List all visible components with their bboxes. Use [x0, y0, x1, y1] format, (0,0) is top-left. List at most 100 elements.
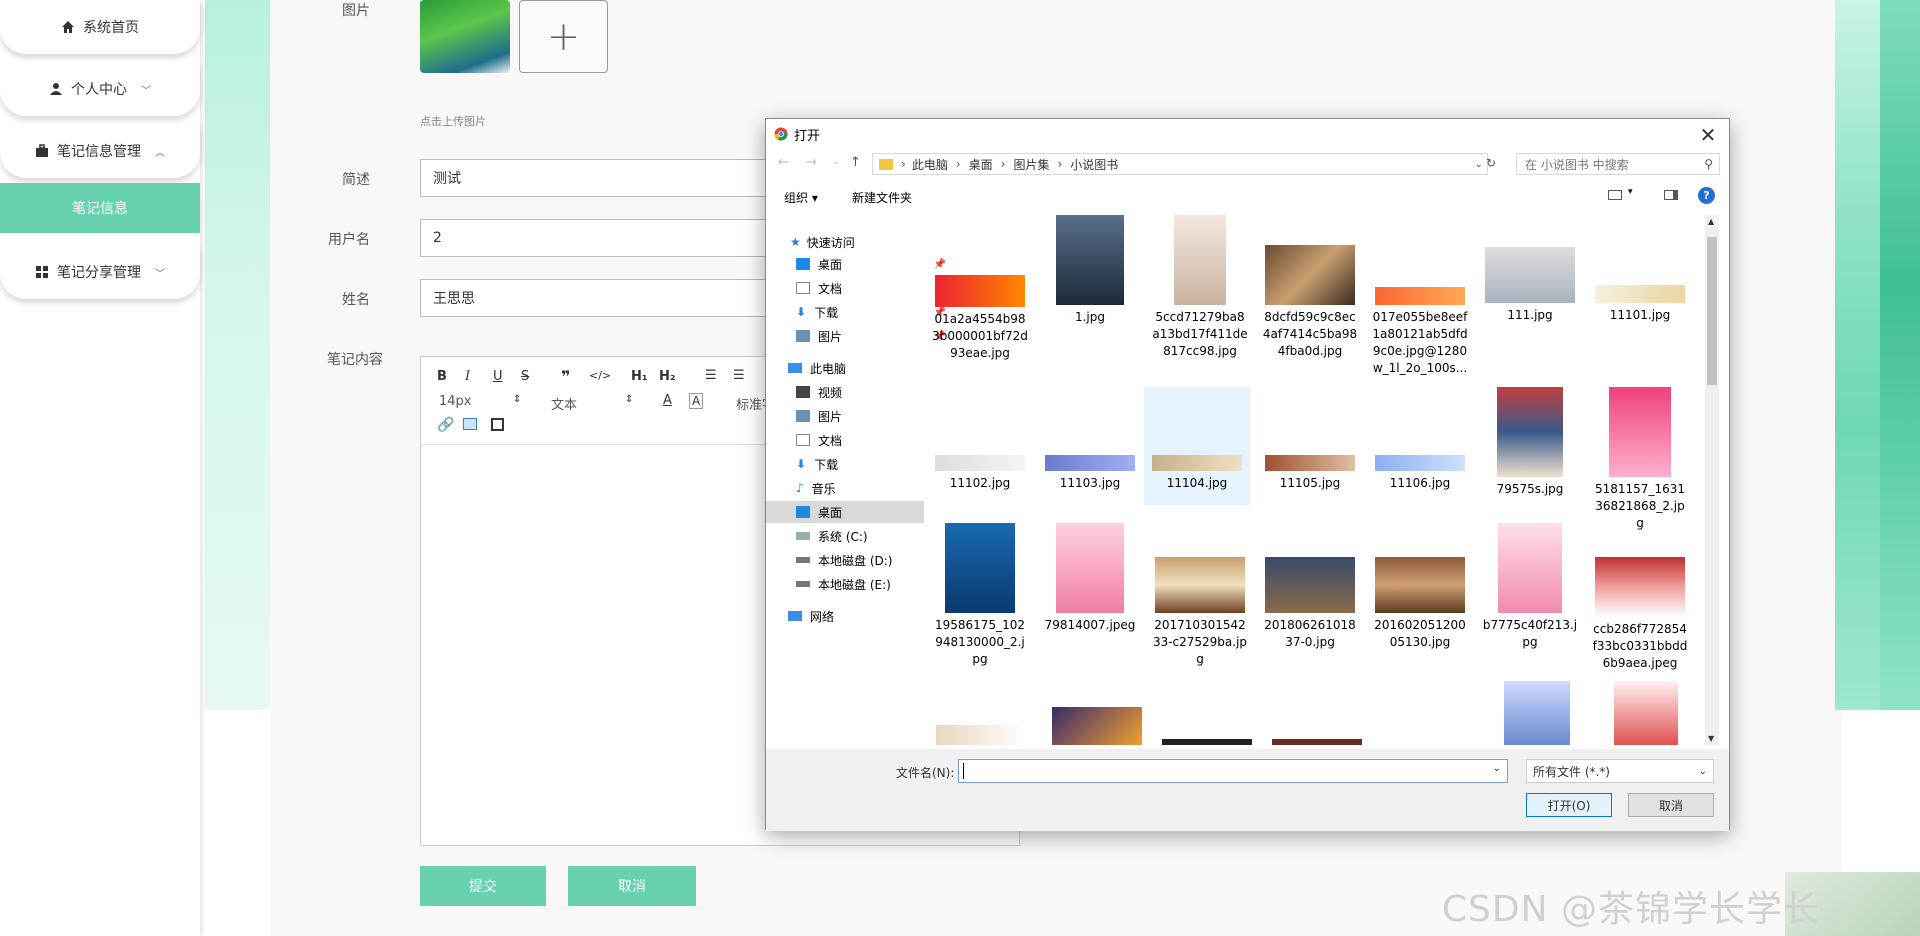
- file-thumbnail[interactable]: [1504, 681, 1570, 745]
- filename-label: 文件名(N):: [896, 766, 955, 780]
- font-size-select[interactable]: 14px: [439, 394, 472, 409]
- bullet-list-icon[interactable]: ☰: [733, 368, 745, 383]
- file-item[interactable]: 79814007.jpeg: [1042, 523, 1138, 634]
- file-item[interactable]: 20180626101837-0.jpg: [1262, 557, 1358, 651]
- ordered-list-icon[interactable]: ☰: [705, 368, 717, 383]
- file-item[interactable]: 8dcfd59c9c8ec4af7414c5ba984fba0d.jpg: [1262, 245, 1358, 360]
- file-thumbnail: [1056, 215, 1124, 305]
- nav-this-pc[interactable]: 此电脑: [788, 357, 946, 379]
- file-item[interactable]: 19586175_102948130000_2.jpg: [932, 523, 1028, 668]
- help-icon[interactable]: ?: [1698, 187, 1715, 204]
- new-folder-button[interactable]: 新建文件夹: [852, 189, 912, 206]
- file-item[interactable]: 11106.jpg: [1372, 455, 1468, 492]
- submit-button[interactable]: 提交: [420, 866, 546, 906]
- pictures-icon: [796, 330, 810, 342]
- scroll-down-icon[interactable]: ▼: [1708, 734, 1714, 743]
- file-item[interactable]: 111.jpg: [1482, 247, 1578, 324]
- file-thumbnail[interactable]: [1272, 739, 1362, 745]
- heading2-icon[interactable]: H₂: [659, 369, 676, 384]
- sidebar-item-note-info[interactable]: 笔记信息: [0, 183, 200, 233]
- cancel-button[interactable]: 取消: [568, 866, 696, 906]
- file-thumbnail[interactable]: [936, 725, 1026, 745]
- font-family-select[interactable]: 标准字: [736, 394, 766, 413]
- breadcrumb-item[interactable]: 此电脑: [912, 156, 948, 173]
- file-item[interactable]: 5ccd71279ba8a13bd17f411de817cc98.jpg: [1152, 215, 1248, 360]
- background-color-icon[interactable]: A: [689, 393, 704, 409]
- recent-dropdown-icon[interactable]: ⌄: [832, 157, 840, 167]
- summary-input[interactable]: 测试: [420, 159, 780, 197]
- organize-button[interactable]: 组织 ▾: [784, 189, 818, 206]
- scrollbar-thumb[interactable]: [1707, 237, 1717, 385]
- italic-icon[interactable]: I: [465, 369, 470, 384]
- sidebar-item-note-management[interactable]: 笔记信息管理 ︿: [0, 124, 200, 178]
- download-icon: ⬇: [796, 457, 807, 471]
- name-input[interactable]: 王思思: [420, 279, 780, 317]
- underline-icon[interactable]: U: [493, 369, 503, 384]
- file-thumbnail: [1375, 455, 1465, 471]
- file-item[interactable]: 11102.jpg: [932, 455, 1028, 492]
- search-input[interactable]: 在 小说图书 中搜索 ⚲: [1516, 153, 1720, 175]
- username-input[interactable]: 2: [420, 219, 780, 257]
- file-item[interactable]: 79575s.jpg: [1482, 387, 1578, 498]
- strikethrough-icon[interactable]: S: [521, 369, 529, 384]
- file-item[interactable]: b7775c40f213.jpg: [1482, 523, 1578, 651]
- vertical-scrollbar[interactable]: ▲ ▼: [1705, 215, 1719, 745]
- file-name: 11104.jpg: [1166, 476, 1228, 490]
- file-item[interactable]: ccb286f772854f33bc0331bbdd6b9aea.jpeg: [1592, 557, 1688, 672]
- image-icon[interactable]: [463, 418, 477, 430]
- nav-item-desktop-pc[interactable]: 桌面: [766, 501, 924, 523]
- font-color-icon[interactable]: A: [663, 393, 672, 408]
- refresh-icon[interactable]: ↻: [1486, 156, 1496, 170]
- filetype-select[interactable]: 所有文件 (*.*) ⌄: [1526, 759, 1714, 783]
- video-icon[interactable]: [491, 418, 504, 431]
- view-options-icon[interactable]: [1608, 190, 1622, 200]
- file-item[interactable]: 1.jpg: [1042, 215, 1138, 326]
- close-icon[interactable]: ✕: [1697, 123, 1719, 147]
- breadcrumb-item[interactable]: 小说图书: [1070, 156, 1118, 173]
- up-arrow-icon[interactable]: ↑: [850, 155, 861, 170]
- preview-pane-icon[interactable]: [1664, 190, 1678, 200]
- chevron-down-icon: ﹀: [155, 268, 165, 280]
- file-item[interactable]: 20160205120005130.jpg: [1372, 557, 1468, 651]
- file-item[interactable]: 11105.jpg: [1262, 455, 1358, 492]
- bold-icon[interactable]: B: [437, 369, 447, 384]
- address-bar[interactable]: › 此电脑 › 桌面 › 图片集 › 小说图书 ⌄: [872, 153, 1488, 175]
- chevron-down-icon[interactable]: ⌄: [1493, 763, 1501, 774]
- scroll-up-icon[interactable]: ▲: [1708, 217, 1714, 226]
- sidebar-item-personal-center[interactable]: 个人中心 ﹀: [0, 62, 200, 116]
- upload-add-button[interactable]: +: [519, 0, 608, 73]
- nav-network[interactable]: 网络: [788, 605, 946, 627]
- file-item[interactable]: 11101.jpg: [1592, 285, 1688, 324]
- breadcrumb-item[interactable]: 桌面: [969, 156, 993, 173]
- open-button[interactable]: 打开(O): [1526, 793, 1612, 817]
- quote-icon[interactable]: ❞: [561, 367, 570, 386]
- block-format-select[interactable]: 文本: [551, 394, 577, 413]
- uploaded-image-thumbnail[interactable]: [420, 0, 510, 73]
- file-item[interactable]: 20171030154233-c27529ba.jpg: [1152, 557, 1248, 668]
- network-icon: [788, 611, 802, 621]
- sidebar-item-home[interactable]: 系统首页: [0, 0, 200, 54]
- sidebar-item-note-share-management[interactable]: 笔记分享管理 ﹀: [0, 245, 200, 299]
- nav-quick-access[interactable]: ★ 快速访问: [790, 231, 948, 253]
- file-name: 20160205120005130.jpg: [1374, 618, 1466, 649]
- file-item[interactable]: 5181157_163136821868_2.jpg: [1592, 387, 1688, 532]
- forward-arrow-icon[interactable]: →: [806, 155, 817, 170]
- dialog-cancel-button[interactable]: 取消: [1628, 793, 1714, 817]
- plus-icon: +: [546, 13, 581, 60]
- file-item[interactable]: 01a2a4554b983b000001bf72d93eae.jpg: [932, 275, 1028, 362]
- back-arrow-icon[interactable]: ←: [778, 155, 789, 170]
- code-icon[interactable]: </>: [589, 369, 611, 382]
- heading1-icon[interactable]: H₁: [631, 369, 648, 384]
- file-thumbnail[interactable]: [1052, 707, 1142, 745]
- file-item[interactable]: 11103.jpg: [1042, 455, 1138, 492]
- file-item[interactable]: 017e055be8eef1a80121ab5dfd9c0e.jpg@1280w…: [1372, 287, 1468, 377]
- file-thumbnail[interactable]: [1614, 681, 1678, 745]
- breadcrumb-item[interactable]: 图片集: [1013, 156, 1049, 173]
- filename-input[interactable]: ⌄: [958, 759, 1508, 783]
- file-thumbnail[interactable]: [1162, 739, 1252, 745]
- chevron-down-icon[interactable]: ▾: [1628, 187, 1633, 197]
- file-thumbnail: [1152, 455, 1242, 471]
- file-item-hovered[interactable]: 11104.jpg: [1144, 387, 1250, 505]
- chevron-down-icon[interactable]: ⌄: [1475, 159, 1483, 170]
- link-icon[interactable]: 🔗: [437, 417, 454, 433]
